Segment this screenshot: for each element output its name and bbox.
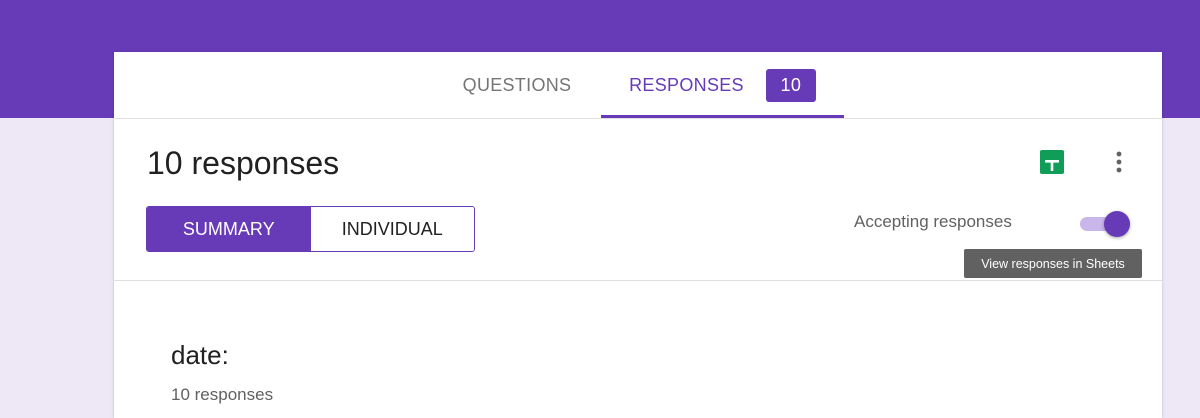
page-title: 10 responses <box>147 145 340 181</box>
responses-count-badge: 10 <box>765 68 816 102</box>
google-sheets-icon <box>1040 150 1064 174</box>
more-vert-icon <box>1116 151 1122 173</box>
tab-responses-label: RESPONSES <box>629 74 744 95</box>
active-tab-indicator <box>601 115 844 118</box>
view-toggle: SUMMARY INDIVIDUAL <box>146 206 475 252</box>
question-title: date: <box>171 340 229 370</box>
summary-button[interactable]: SUMMARY <box>147 207 311 251</box>
accepting-responses-toggle[interactable] <box>1080 211 1130 237</box>
responses-header: 10 responses SUMMARY INDIVIDUAL View res… <box>114 119 1162 281</box>
accepting-responses-label: Accepting responses <box>854 212 1012 231</box>
sheets-tooltip: View responses in Sheets <box>964 249 1142 278</box>
form-card: QUESTIONS RESPONSES 10 10 responses SUMM… <box>114 52 1162 418</box>
tab-questions[interactable]: QUESTIONS <box>444 52 590 118</box>
tab-responses[interactable]: RESPONSES 10 <box>601 52 844 118</box>
question-response-count: 10 responses <box>171 385 274 404</box>
toggle-thumb <box>1104 211 1130 237</box>
more-options-button[interactable] <box>1108 149 1130 175</box>
tab-questions-label: QUESTIONS <box>462 74 572 95</box>
tab-bar: QUESTIONS RESPONSES 10 <box>114 52 1162 119</box>
individual-button[interactable]: INDIVIDUAL <box>310 207 474 251</box>
sheets-button[interactable] <box>1039 149 1065 175</box>
